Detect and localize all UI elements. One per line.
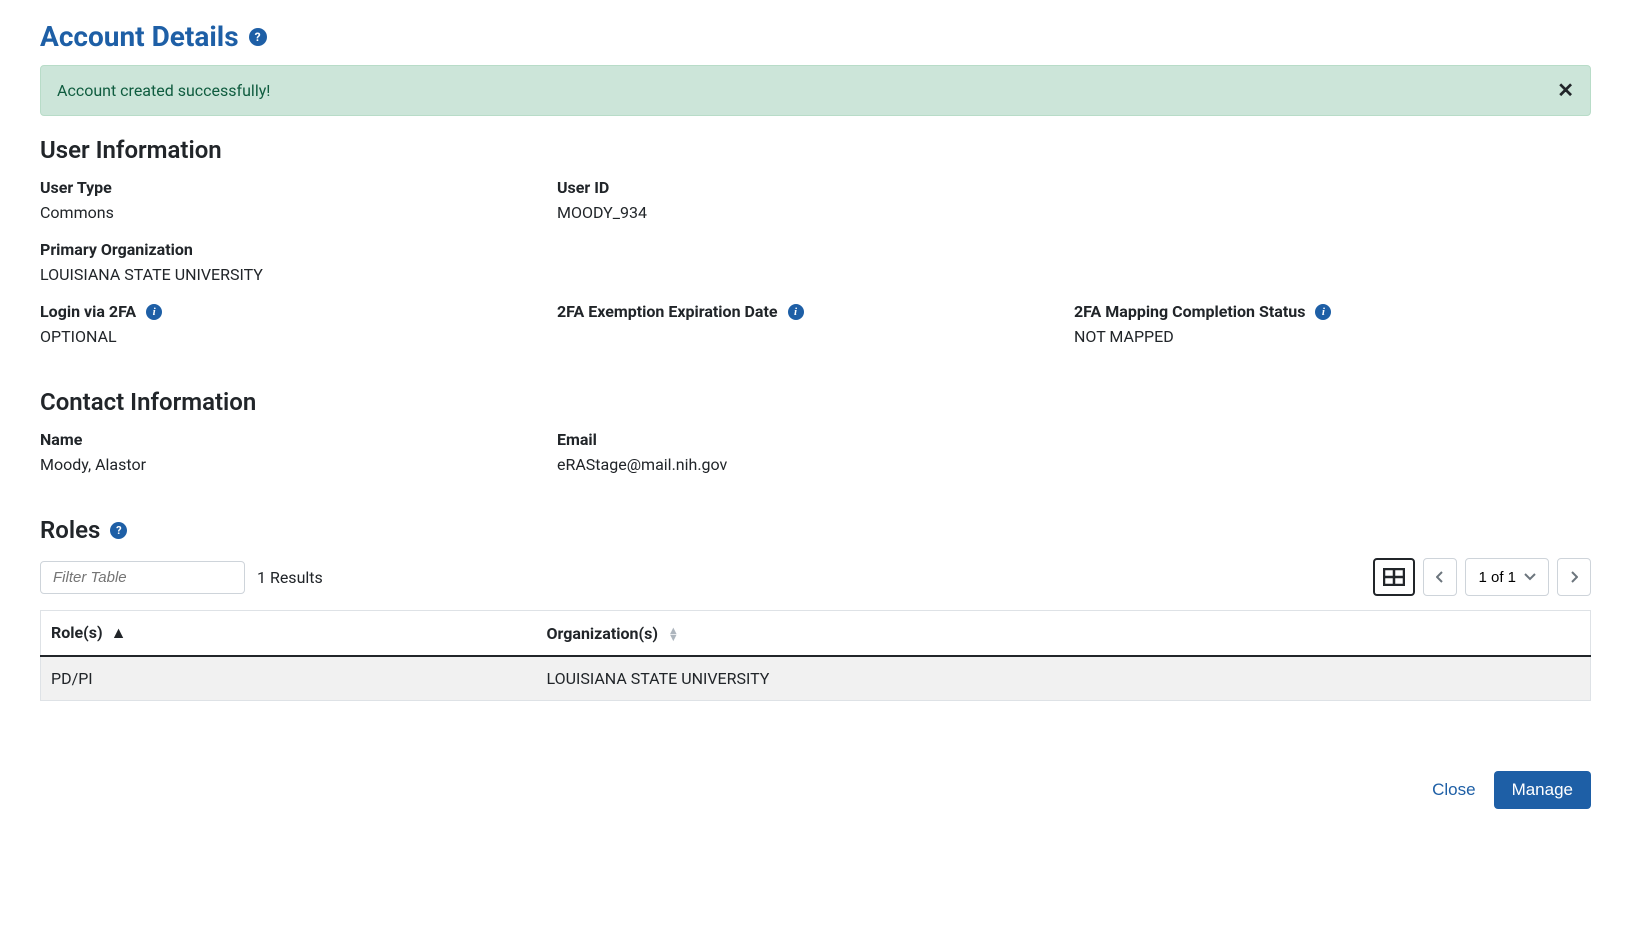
- column-header-role[interactable]: Role(s) ▲: [41, 611, 537, 657]
- contact-info-grid: Name Moody, Alastor Email eRAStage@mail.…: [40, 430, 1591, 492]
- footer-actions: Close Manage: [40, 771, 1591, 809]
- email-value: eRAStage@mail.nih.gov: [557, 455, 1074, 474]
- cell-org: LOUISIANA STATE UNIVERSITY: [537, 656, 1591, 701]
- name-label: Name: [40, 430, 557, 449]
- user-info-heading: User Information: [40, 136, 1591, 164]
- exemption-label: 2FA Exemption Expiration Date i: [557, 302, 1074, 321]
- user-id-label: User ID: [557, 178, 1074, 197]
- mapping-status-label: 2FA Mapping Completion Status i: [1074, 302, 1591, 321]
- mapping-status-value: NOT MAPPED: [1074, 327, 1591, 346]
- sort-both-icon: ▲▼: [668, 627, 679, 641]
- primary-org-value: LOUISIANA STATE UNIVERSITY: [40, 265, 1591, 284]
- page-title: Account Details ?: [40, 20, 1591, 53]
- pager-page-dropdown[interactable]: 1 of 1: [1465, 558, 1549, 596]
- alert-close-button[interactable]: ✕: [1557, 78, 1574, 103]
- chevron-right-icon: [1570, 571, 1578, 583]
- chevron-down-icon: [1524, 573, 1536, 581]
- login-2fa-value: OPTIONAL: [40, 327, 557, 346]
- sort-asc-icon: ▲: [111, 623, 127, 643]
- page-title-text: Account Details: [40, 20, 239, 53]
- success-alert: Account created successfully! ✕: [40, 65, 1591, 116]
- name-value: Moody, Alastor: [40, 455, 557, 474]
- name-field: Name Moody, Alastor: [40, 430, 557, 474]
- manage-button[interactable]: Manage: [1494, 771, 1591, 809]
- user-info-grid: User Type Commons User ID MOODY_934 Prim…: [40, 178, 1591, 364]
- login-2fa-field: Login via 2FA i OPTIONAL: [40, 302, 557, 346]
- results-count: 1 Results: [257, 568, 323, 587]
- pager-prev-button[interactable]: [1423, 558, 1457, 596]
- roles-toolbar: 1 Results 1 of 1: [40, 558, 1591, 596]
- info-icon[interactable]: i: [1315, 304, 1331, 320]
- table-view-toggle[interactable]: [1373, 558, 1415, 596]
- roles-table: Role(s) ▲ Organization(s) ▲▼ PD/PI LOUIS…: [40, 610, 1591, 701]
- primary-org-field: Primary Organization LOUISIANA STATE UNI…: [40, 240, 1591, 284]
- pager-next-button[interactable]: [1557, 558, 1591, 596]
- column-header-org[interactable]: Organization(s) ▲▼: [537, 611, 1591, 657]
- table-icon: [1383, 568, 1405, 586]
- help-icon[interactable]: ?: [110, 522, 127, 539]
- help-icon[interactable]: ?: [249, 28, 267, 46]
- filter-input[interactable]: [40, 561, 245, 594]
- chevron-left-icon: [1436, 571, 1444, 583]
- email-label: Email: [557, 430, 1074, 449]
- contact-info-heading: Contact Information: [40, 388, 1591, 416]
- info-icon[interactable]: i: [146, 304, 162, 320]
- table-row: PD/PI LOUISIANA STATE UNIVERSITY: [41, 656, 1591, 701]
- user-type-value: Commons: [40, 203, 557, 222]
- user-id-value: MOODY_934: [557, 203, 1074, 222]
- email-field: Email eRAStage@mail.nih.gov: [557, 430, 1074, 474]
- exemption-field: 2FA Exemption Expiration Date i: [557, 302, 1074, 346]
- user-type-label: User Type: [40, 178, 557, 197]
- user-type-field: User Type Commons: [40, 178, 557, 222]
- login-2fa-label: Login via 2FA i: [40, 302, 557, 321]
- close-button[interactable]: Close: [1432, 780, 1475, 800]
- roles-heading: Roles ?: [40, 516, 1591, 544]
- user-id-field: User ID MOODY_934: [557, 178, 1074, 222]
- alert-message: Account created successfully!: [57, 81, 270, 100]
- primary-org-label: Primary Organization: [40, 240, 1591, 259]
- toolbar-right: 1 of 1: [1373, 558, 1591, 596]
- info-icon[interactable]: i: [788, 304, 804, 320]
- cell-role: PD/PI: [41, 656, 537, 701]
- mapping-status-field: 2FA Mapping Completion Status i NOT MAPP…: [1074, 302, 1591, 346]
